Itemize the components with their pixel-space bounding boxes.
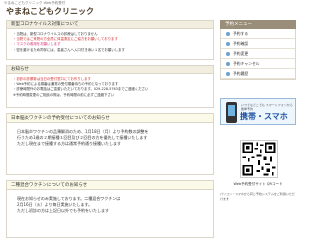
mobile-banner[interactable]: いつでもどこでも スマートフォンから簡単予約 携帯・スマホ	[220, 98, 296, 125]
news-panel: お知らせ ・初診の診察券は当日の受付窓口にてお作りします ・Web予約による順番…	[6, 65, 214, 108]
sidebar: 予約メニュー 予約する 予約確認 予約変更 予約キャンセル 予約履歴 いつでもど…	[220, 20, 296, 201]
mobile-banner-title: 携帯・スマホ	[240, 112, 288, 121]
mobile-banner-caption: いつでもどこでも スマートフォンから簡単予約	[241, 103, 293, 111]
news-heading: お知らせ	[7, 66, 213, 74]
news-line: ※予約時間変更のご相談の際は、予約時間の前に必ずご連絡下さい	[13, 92, 115, 97]
flu-line: ただし初診の方は上記日以外でも予約をいたします	[17, 208, 109, 214]
vaccine-panel: 日本脳炎ワクチンの予約受付についてのお知らせ 日本脳炎ワクチンの品薄解消のため、…	[6, 113, 214, 175]
vaccine-title: 日本脳炎ワクチンの予約受付についてのお知らせ	[7, 114, 213, 123]
qr-subtext: パソコン・スマホから同じ予約システムをご利用いただけます	[220, 192, 295, 201]
site-title[interactable]: やまねこどもクリニック	[6, 6, 94, 17]
flu-body: 現在お知らせのみ実施しております。二種混合ワクチンは 2月16日（火）より毎日実…	[7, 190, 213, 221]
menu-item-history[interactable]: 予約履歴	[221, 69, 295, 79]
smartphone-icon	[226, 102, 237, 123]
vaccine-body: 日本脳炎ワクチンの品薄解消のため、1月18日（月）より予約数の調整を 行うため1…	[7, 123, 213, 154]
covid-body: ・当院は、新型コロナウイルスの診療はしておりません ・当院ではご来院の方全員に体…	[7, 29, 213, 56]
flu-panel: 二種混合ワクチンについてのお知らせ 現在お知らせのみ実施しております。二種混合ワ…	[6, 180, 214, 238]
covid-line: ・密を避けるため同伴には、患者さんへ入口付き添い１名でお願いします	[13, 47, 125, 52]
news-body: ・初診の診察券は当日の受付窓口にてお作りします ・Web予約による順番は通常の受…	[7, 74, 213, 101]
bullet-icon	[226, 31, 230, 36]
menu-item-label: 予約する	[233, 30, 249, 36]
menu-item-cancel[interactable]: 予約キャンセル	[221, 59, 295, 69]
qr-code-icon	[240, 140, 278, 178]
menu-item-reserve[interactable]: 予約する	[221, 29, 295, 39]
menu-title: 予約メニュー	[220, 20, 296, 29]
menu-item-label: 予約履歴	[233, 70, 249, 76]
menu-item-label: 予約キャンセル	[233, 60, 260, 66]
bullet-icon	[226, 71, 230, 76]
menu-item-label: 予約確認	[233, 40, 249, 46]
bullet-icon	[226, 41, 230, 46]
vaccine-line: ただし現在まで接種する方は通常予約通り接種いたします	[17, 141, 121, 147]
covid-heading: 新型コロナウイルス対策について	[7, 21, 213, 29]
bullet-icon	[226, 51, 230, 56]
menu-item-change[interactable]: 予約変更	[221, 49, 295, 59]
qr-caption: Web予約受付サイト QRコード	[233, 182, 283, 186]
covid-panel: 新型コロナウイルス対策について ・当院は、新型コロナウイルスの診療はしておりませ…	[6, 20, 214, 60]
bullet-icon	[226, 61, 230, 66]
menu-item-confirm[interactable]: 予約確認	[221, 39, 295, 49]
menu-item-label: 予約変更	[233, 50, 249, 56]
flu-title: 二種混合ワクチンについてのお知らせ	[7, 181, 213, 190]
sidebar-menu: 予約する 予約確認 予約変更 予約キャンセル 予約履歴	[220, 29, 296, 80]
